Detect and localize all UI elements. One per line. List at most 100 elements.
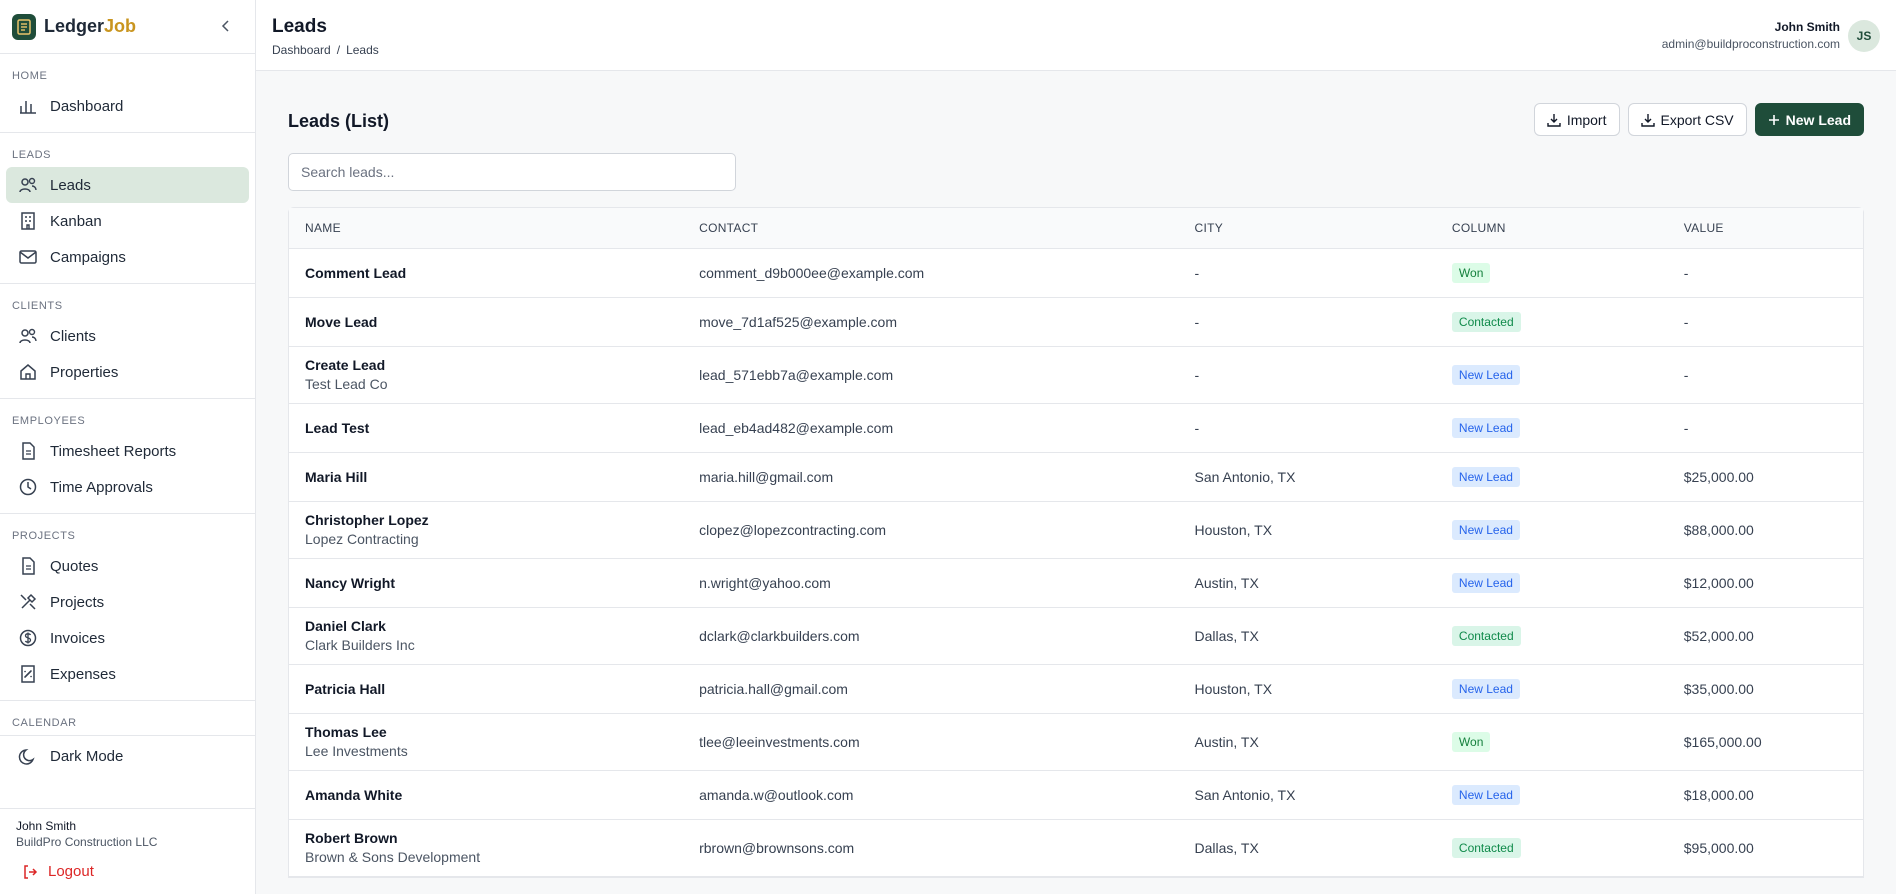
lead-name[interactable]: Robert Brown — [305, 830, 683, 846]
receipt-icon — [18, 664, 38, 684]
users-icon — [18, 326, 38, 346]
lead-name[interactable]: Patricia Hall — [305, 681, 683, 697]
moon-icon — [18, 747, 38, 767]
cell-name: Move Lead — [289, 297, 684, 347]
table-row[interactable]: Christopher Lopez Lopez Contracting clopez… — [289, 501, 1863, 559]
lead-name[interactable]: Nancy Wright — [305, 575, 683, 591]
new-lead-button[interactable]: New Lead — [1754, 103, 1864, 136]
table-row[interactable]: Patricia Hall patricia.hall@gmail.com Hous… — [289, 664, 1863, 714]
sidebar-item-label: Invoices — [50, 629, 106, 647]
tools-icon — [18, 592, 38, 612]
sidebar-item-quotes[interactable]: Quotes — [6, 548, 249, 584]
cell-contact: clopez@lopezcontracting.com — [683, 501, 1179, 559]
user-menu[interactable]: John Smith admin@buildproconstruction.co… — [1662, 20, 1840, 51]
cell-city: San Antonio, TX — [1178, 770, 1436, 820]
sidebar-item-projects[interactable]: Projects — [6, 584, 249, 620]
sidebar-item-label: Timesheet Reports — [50, 442, 177, 460]
sidebar-item-invoices[interactable]: Invoices — [6, 620, 249, 656]
ledgerjob-logo-icon — [12, 13, 36, 40]
status-badge: New Lead — [1451, 519, 1520, 540]
table-row[interactable]: Nancy Wright n.wright@yahoo.com Austin, TX… — [289, 558, 1863, 608]
sidebar: LedgerJob HOME Dashboard LEADS Leads Kanban C… — [0, 0, 256, 894]
table-row[interactable]: Maria Hill maria.hill@gmail.com San Antoni… — [289, 452, 1863, 502]
list-title: Leads (List) — [288, 111, 390, 131]
lead-name[interactable]: Comment Lead — [305, 265, 683, 281]
cell-city: - — [1178, 346, 1436, 404]
column-header-name[interactable]: NAME — [289, 208, 684, 249]
cell-city: Houston, TX — [1178, 501, 1436, 559]
column-header-city[interactable]: CITY — [1178, 208, 1436, 249]
dollar-icon — [18, 628, 38, 648]
cell-column: Contacted — [1435, 297, 1668, 347]
breadcrumb-dashboard-link[interactable]: Dashboard — [272, 43, 331, 57]
table-row[interactable]: Robert Brown Brown & Sons Development rbro… — [289, 819, 1863, 877]
status-badge: Contacted — [1451, 625, 1521, 646]
dark-mode-toggle[interactable]: Dark Mode — [0, 735, 255, 777]
import-button[interactable]: Import — [1533, 103, 1620, 136]
sidebar-item-timesheet-reports[interactable]: Timesheet Reports — [6, 433, 249, 469]
nav-section-leads: LEADS Leads Kanban Campaigns — [0, 133, 255, 284]
lead-company: Lopez Contracting — [305, 531, 419, 547]
search-input[interactable] — [288, 153, 736, 191]
logout-button[interactable]: Logout — [16, 863, 239, 880]
lead-name[interactable]: Maria Hill — [305, 469, 683, 485]
cell-value: $165,000.00 — [1667, 713, 1863, 771]
cell-value: $12,000.00 — [1667, 558, 1863, 608]
cell-name: Lead Test — [289, 403, 684, 453]
sidebar-item-label: Campaigns — [50, 248, 126, 266]
sidebar-footer: John Smith BuildPro Construction LLC Log… — [0, 808, 255, 894]
cell-name: Daniel Clark Clark Builders Inc — [289, 607, 684, 665]
status-badge: New Lead — [1451, 572, 1520, 593]
export-csv-button[interactable]: Export CSV — [1627, 103, 1747, 136]
sidebar-item-expenses[interactable]: Expenses — [6, 656, 249, 692]
lead-name[interactable]: Move Lead — [305, 314, 683, 330]
cell-name: Robert Brown Brown & Sons Development — [289, 819, 684, 877]
nav-section-home: HOME Dashboard — [0, 54, 255, 133]
cell-contact: maria.hill@gmail.com — [683, 452, 1179, 502]
cell-contact: lead_571ebb7a@example.com — [683, 346, 1179, 404]
sidebar-item-campaigns[interactable]: Campaigns — [6, 239, 249, 275]
sidebar-item-properties[interactable]: Properties — [6, 354, 249, 390]
cell-contact: tlee@leeinvestments.com — [683, 713, 1179, 771]
cell-column: Contacted — [1435, 607, 1668, 665]
table-row[interactable]: Thomas Lee Lee Investments tlee@leeinvestm… — [289, 713, 1863, 771]
new-lead-label: New Lead — [1785, 111, 1851, 128]
document-icon — [18, 441, 38, 461]
nav-section-title: PROJECTS — [12, 530, 76, 542]
home-icon — [18, 362, 38, 382]
brand-name: LedgerJob — [44, 16, 137, 36]
top-bar: Leads Dashboard / Leads John Smith admin… — [256, 0, 1896, 71]
collapse-sidebar-button[interactable] — [217, 17, 235, 35]
table-row[interactable]: Daniel Clark Clark Builders Inc dclark@cla… — [289, 607, 1863, 665]
column-header-contact[interactable]: CONTACT — [683, 208, 1179, 249]
sidebar-item-label: Quotes — [50, 557, 99, 575]
users-icon — [18, 175, 38, 195]
table-row[interactable]: Move Lead move_7d1af525@example.com - Conta… — [289, 297, 1863, 347]
cell-column: New Lead — [1435, 403, 1668, 453]
sidebar-item-kanban[interactable]: Kanban — [6, 203, 249, 239]
lead-name[interactable]: Daniel Clark — [305, 618, 683, 634]
sidebar-item-leads[interactable]: Leads — [6, 167, 249, 203]
column-header-value[interactable]: VALUE — [1667, 208, 1863, 249]
cell-column: New Lead — [1435, 452, 1668, 502]
cell-name: Amanda White — [289, 770, 684, 820]
sidebar-item-clients[interactable]: Clients — [6, 318, 249, 354]
lead-name[interactable]: Create Lead — [305, 357, 683, 373]
lead-name[interactable]: Thomas Lee — [305, 724, 683, 740]
cell-column: New Lead — [1435, 558, 1668, 608]
cell-value: $25,000.00 — [1667, 452, 1863, 502]
lead-name[interactable]: Lead Test — [305, 420, 683, 436]
table-row[interactable]: Lead Test lead_eb4ad482@example.com - New L… — [289, 403, 1863, 453]
lead-name[interactable]: Christopher Lopez — [305, 512, 683, 528]
footer-org-name: BuildPro Construction LLC — [16, 835, 158, 849]
cell-city: Houston, TX — [1178, 664, 1436, 714]
lead-name[interactable]: Amanda White — [305, 787, 683, 803]
nav-section-title: CLIENTS — [12, 300, 63, 312]
table-row[interactable]: Create Lead Test Lead Co lead_571ebb7a@exa… — [289, 346, 1863, 404]
table-row[interactable]: Comment Lead comment_d9b000ee@example.com… — [289, 248, 1863, 298]
sidebar-item-dashboard[interactable]: Dashboard — [6, 88, 249, 124]
sidebar-item-time-approvals[interactable]: Time Approvals — [6, 469, 249, 505]
table-row[interactable]: Amanda White amanda.w@outlook.com San Anto… — [289, 770, 1863, 820]
column-header-column[interactable]: COLUMN — [1435, 208, 1668, 249]
avatar[interactable]: JS — [1848, 20, 1880, 52]
